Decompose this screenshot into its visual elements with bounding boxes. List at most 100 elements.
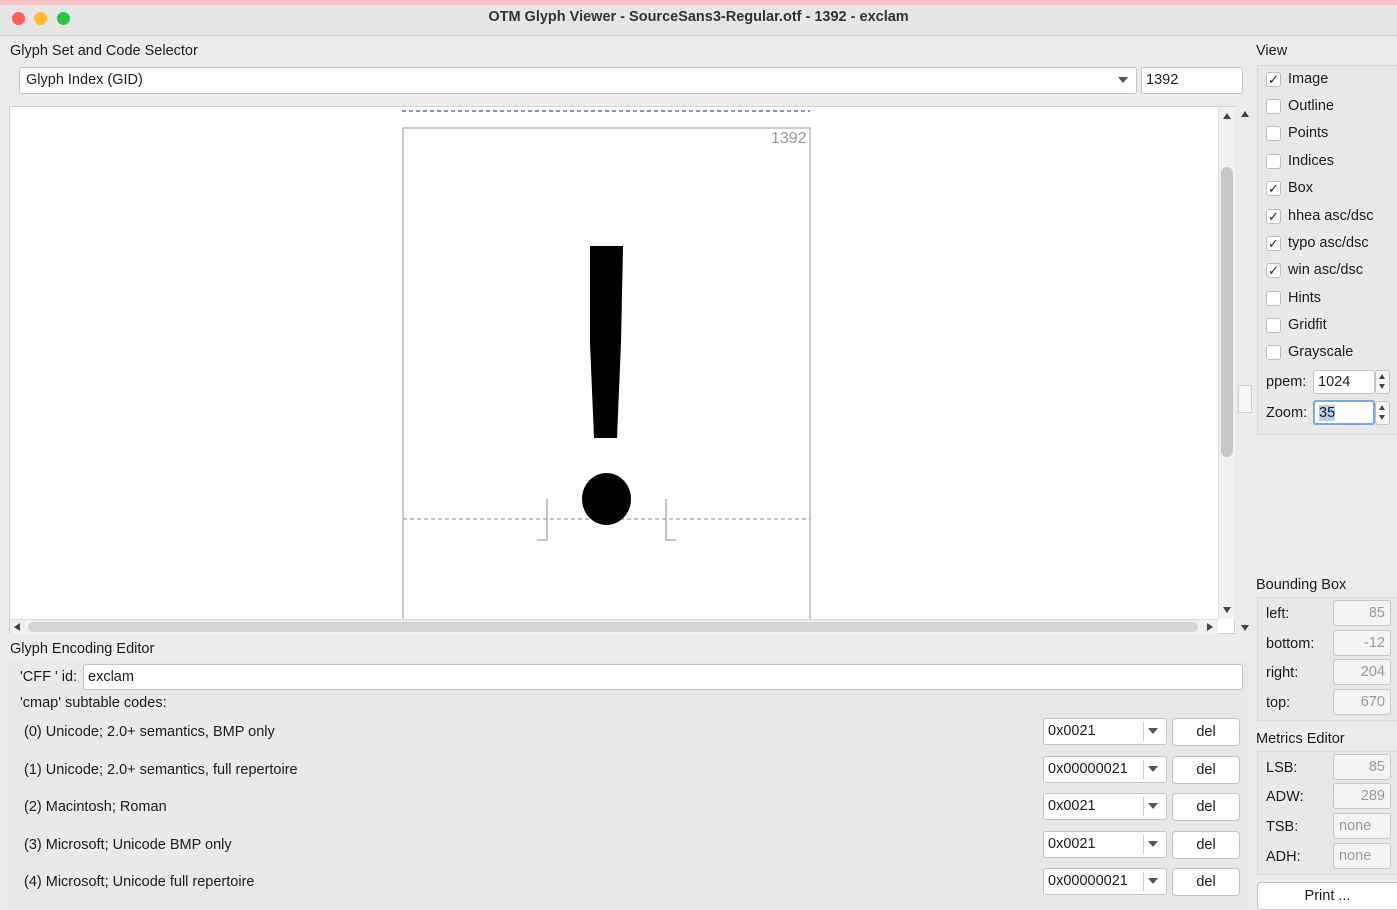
bbox-top-value: 670 [1333,689,1391,715]
hints-checkbox[interactable] [1266,290,1281,306]
zoom-input[interactable]: 35 [1313,400,1375,425]
exclam-stem [590,246,623,438]
grayscale-checkbox[interactable] [1266,344,1281,360]
adw-input[interactable]: 289 [1333,783,1391,809]
chevron-down-icon [1148,878,1158,884]
typo-checkbox[interactable]: ✓ [1266,235,1281,251]
stepper-down-icon[interactable] [1379,415,1385,420]
del-button[interactable]: del [1172,831,1240,859]
option-box[interactable]: ✓ Box [1266,178,1313,198]
adh-label: ADH: [1266,849,1301,865]
lsb-input[interactable]: 85 [1333,754,1391,780]
option-indices[interactable]: Indices [1266,151,1334,171]
image-checkbox[interactable]: ✓ [1266,71,1281,87]
stepper-up-icon[interactable] [1379,374,1385,379]
option-label: Box [1288,180,1313,196]
cmap-row-label: (0) Unicode; 2.0+ semantics, BMP only [24,724,275,740]
stepper-down-icon[interactable] [1379,384,1385,389]
hhea-checkbox[interactable]: ✓ [1266,208,1281,224]
cmap-row-label: (3) Microsoft; Unicode BMP only [24,837,232,853]
glyph-render [402,110,811,619]
option-label: Grayscale [1288,344,1354,360]
vertical-scroll-thumb[interactable] [1221,167,1233,457]
glyph-canvas[interactable]: 1392 [9,106,1235,634]
option-label: win asc/dsc [1288,262,1363,278]
lsb-label: LSB: [1266,760,1298,776]
cmap-row-label: (1) Unicode; 2.0+ semantics, full repert… [24,762,298,778]
cff-id-input[interactable]: exclam [83,664,1243,690]
horizontal-scrollbar[interactable] [10,619,1218,634]
outline-checkbox[interactable] [1266,98,1281,114]
bbox-top-label: top: [1266,695,1291,711]
option-label: Gridfit [1288,317,1327,333]
cff-id-label: 'CFF ' id: [20,669,78,685]
dropdown-divider [1143,872,1144,891]
splitter-down-icon[interactable] [1241,625,1249,631]
option-label: typo asc/dsc [1288,235,1369,251]
tsb-input[interactable]: none [1333,813,1391,839]
option-points[interactable]: Points [1266,123,1328,143]
cmap-row-label: (4) Microsoft; Unicode full repertoire [24,874,255,890]
cmap-code-dropdown[interactable]: 0x00000021 [1043,756,1167,783]
cmap-code-value: 0x0021 [1048,798,1096,814]
option-label: hhea asc/dsc [1288,208,1374,224]
bbox-left-value: 85 [1333,600,1391,626]
cmap-code-dropdown[interactable]: 0x0021 [1043,793,1167,820]
title-bar: OTM Glyph Viewer - SourceSans3-Regular.o… [0,0,1397,36]
win-checkbox[interactable]: ✓ [1266,262,1281,278]
option-grayscale[interactable]: Grayscale [1266,342,1353,362]
vertical-scrollbar[interactable] [1218,107,1235,619]
cmap-code-dropdown[interactable]: 0x0021 [1043,718,1167,745]
option-typo[interactable]: ✓ typo asc/dsc [1266,233,1369,253]
print-button[interactable]: Print ... [1257,882,1397,910]
option-outline[interactable]: Outline [1266,96,1334,116]
scroll-down-icon[interactable] [1223,607,1231,613]
splitter-handle[interactable] [1238,385,1252,413]
scroll-right-icon[interactable] [1207,623,1213,631]
scroll-left-icon[interactable] [14,623,20,631]
box-checkbox[interactable]: ✓ [1266,180,1281,196]
bbox-right-value: 204 [1333,659,1391,685]
indices-checkbox[interactable] [1266,153,1281,169]
bbox-right-label: right: [1266,665,1299,681]
adh-input[interactable]: none [1333,843,1391,869]
ppem-input[interactable]: 1024 [1313,370,1375,394]
scroll-up-icon[interactable] [1223,113,1231,119]
zoom-value: 35 [1319,405,1336,421]
gridfit-checkbox[interactable] [1266,317,1281,333]
zoom-stepper[interactable] [1375,401,1390,425]
exclam-dot [582,473,631,525]
stepper-up-icon[interactable] [1379,405,1385,410]
tsb-label: TSB: [1266,819,1299,835]
del-button[interactable]: del [1172,868,1240,896]
dropdown-divider [1143,722,1144,741]
cmap-code-dropdown[interactable]: 0x00000021 [1043,868,1167,895]
del-button[interactable]: del [1172,718,1240,746]
option-gridfit[interactable]: Gridfit [1266,315,1327,335]
gid-input[interactable]: 1392 [1141,67,1243,94]
splitter-up-icon[interactable] [1241,111,1249,117]
option-label: Outline [1288,98,1334,114]
option-label: Indices [1288,153,1334,169]
glyph-set-dropdown[interactable]: Glyph Index (GID) [19,67,1137,94]
option-image[interactable]: ✓ Image [1266,69,1328,89]
del-button[interactable]: del [1172,756,1240,784]
option-hints[interactable]: Hints [1266,288,1321,308]
points-checkbox[interactable] [1266,125,1281,141]
glyph-id-label: 1392 [771,130,807,147]
bbox-bottom-value: -12 [1333,630,1391,656]
glyph-set-value: Glyph Index (GID) [26,72,143,88]
option-label: Points [1288,125,1329,141]
cmap-row-label: (2) Macintosh; Roman [24,799,167,815]
chevron-down-icon [1118,77,1128,83]
dropdown-divider [1143,835,1144,854]
option-win[interactable]: ✓ win asc/dsc [1266,260,1363,280]
zoom-label: Zoom: [1266,405,1308,421]
option-hhea[interactable]: ✓ hhea asc/dsc [1266,206,1373,226]
cmap-code-dropdown[interactable]: 0x0021 [1043,831,1167,858]
metrics-heading: Metrics Editor [1256,731,1345,747]
ppem-stepper[interactable] [1375,370,1390,394]
chevron-down-icon [1148,728,1158,734]
horizontal-scroll-thumb[interactable] [28,622,1198,632]
del-button[interactable]: del [1172,793,1240,821]
